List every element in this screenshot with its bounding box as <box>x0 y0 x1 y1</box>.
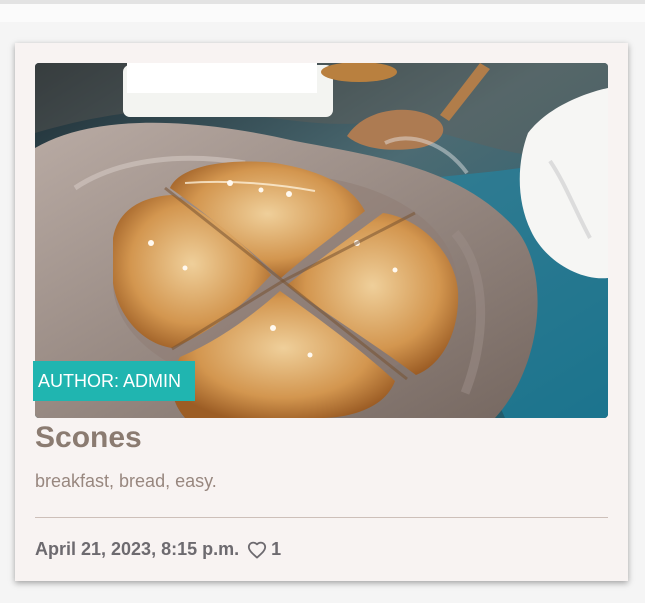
card-divider <box>35 517 608 518</box>
recipe-page: AUTHOR: ADMIN Scones breakfast, bread, e… <box>0 0 645 603</box>
post-meta: April 21, 2023, 8:15 p.m. 1 <box>35 539 281 560</box>
author-badge: AUTHOR: ADMIN <box>33 361 196 401</box>
recipe-tags: breakfast, bread, easy. <box>35 471 217 491</box>
top-spacer <box>0 4 645 22</box>
like-count: 1 <box>271 539 282 559</box>
recipe-title[interactable]: Scones <box>35 421 142 455</box>
heart-icon[interactable] <box>247 541 267 559</box>
post-date: April 21, 2023, 8:15 p.m. <box>35 539 240 559</box>
recipe-card[interactable]: AUTHOR: ADMIN Scones breakfast, bread, e… <box>15 43 628 581</box>
heart-icon-svg <box>248 541 267 559</box>
